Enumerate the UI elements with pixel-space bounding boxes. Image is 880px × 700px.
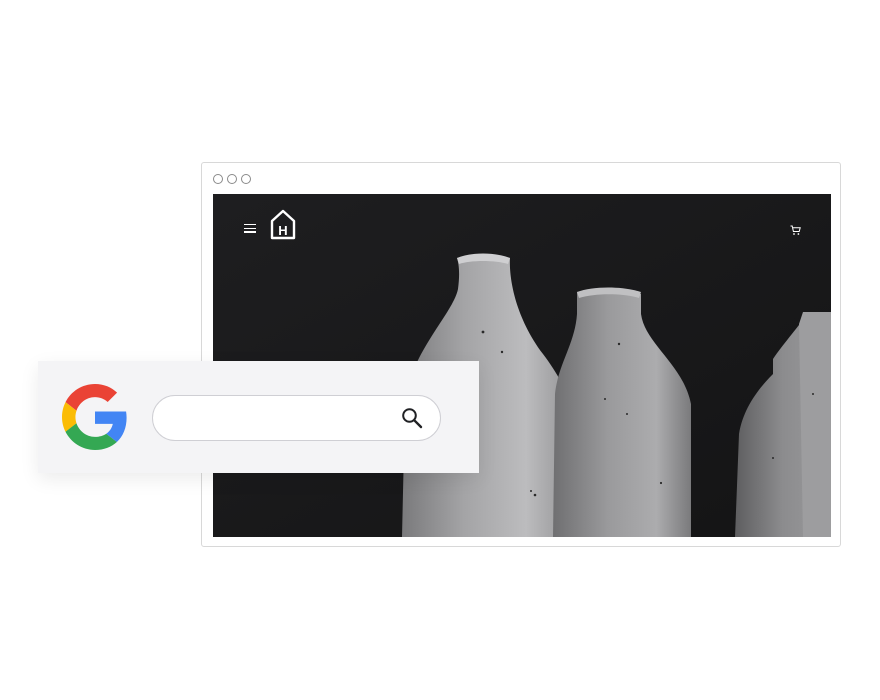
search-input[interactable] — [171, 406, 395, 432]
logo-letter: H — [278, 223, 287, 238]
window-controls — [213, 174, 251, 184]
hamburger-icon[interactable] — [244, 224, 256, 235]
google-search-card — [38, 361, 479, 473]
google-g-logo-icon — [62, 384, 127, 450]
window-close-button[interactable] — [213, 174, 223, 184]
site-logo-icon[interactable]: H — [269, 208, 297, 240]
browser-window: H — [201, 162, 841, 547]
window-minimize-button[interactable] — [227, 174, 237, 184]
cart-icon[interactable] — [790, 225, 801, 236]
magnifier-icon[interactable] — [401, 407, 423, 429]
window-maximize-button[interactable] — [241, 174, 251, 184]
google-search-bar[interactable] — [152, 395, 441, 441]
